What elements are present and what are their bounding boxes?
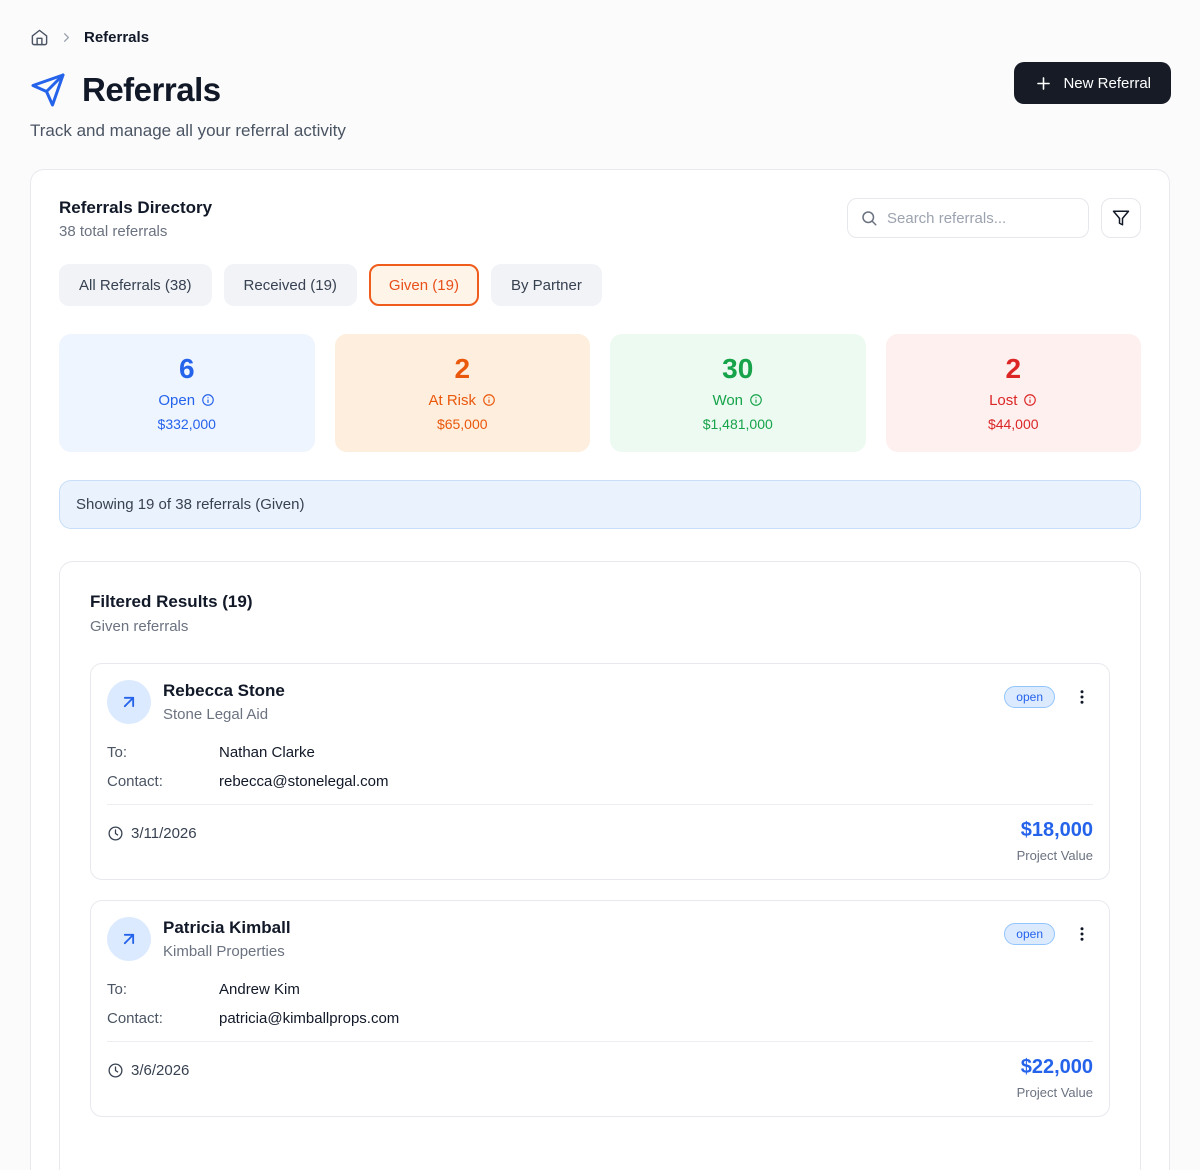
filtered-results-card: Filtered Results (19) Given referrals Re… xyxy=(59,561,1141,1170)
filter-icon xyxy=(1112,209,1130,227)
home-icon[interactable] xyxy=(30,28,49,47)
to-label: To: xyxy=(107,744,219,761)
stat-lost-label: Lost xyxy=(989,392,1017,409)
clock-icon xyxy=(107,1062,124,1079)
stat-won-count: 30 xyxy=(622,352,854,386)
referrals-directory-card: Referrals Directory 38 total referrals xyxy=(30,169,1170,1170)
stat-lost-count: 2 xyxy=(898,352,1130,386)
kebab-icon xyxy=(1073,688,1091,706)
filter-button[interactable] xyxy=(1101,198,1141,238)
tab-received[interactable]: Received (19) xyxy=(224,264,357,306)
referral-company: Kimball Properties xyxy=(163,943,291,960)
status-badge: open xyxy=(1004,686,1055,708)
results-subtitle: Given referrals xyxy=(90,618,1110,635)
info-icon xyxy=(1023,393,1037,407)
status-badge: open xyxy=(1004,923,1055,945)
stat-risk-value: $65,000 xyxy=(347,416,579,432)
new-referral-button[interactable]: New Referral xyxy=(1014,62,1171,104)
kebab-icon xyxy=(1073,925,1091,943)
tab-by-partner[interactable]: By Partner xyxy=(491,264,602,306)
stat-risk-count: 2 xyxy=(347,352,579,386)
showing-banner: Showing 19 of 38 referrals (Given) xyxy=(59,480,1141,529)
arrow-up-right-icon xyxy=(119,929,139,949)
info-icon xyxy=(482,393,496,407)
info-icon xyxy=(201,393,215,407)
page-title: Referrals xyxy=(82,71,221,109)
project-value-label: Project Value xyxy=(1017,1085,1093,1100)
referrals-page: Referrals Referrals Track and manage all… xyxy=(0,0,1200,1170)
search-input[interactable] xyxy=(887,210,1086,227)
directory-heading: Referrals Directory 38 total referrals xyxy=(59,198,212,240)
breadcrumb: Referrals xyxy=(30,28,1170,47)
referral-card[interactable]: Rebecca Stone Stone Legal Aid open xyxy=(90,663,1110,880)
directory-title: Referrals Directory xyxy=(59,198,212,218)
stat-card-open[interactable]: 6 Open $332,000 xyxy=(59,334,315,452)
referral-date: 3/6/2026 xyxy=(131,1062,189,1079)
stat-won-value: $1,481,000 xyxy=(622,416,854,432)
more-options-button[interactable] xyxy=(1071,923,1093,945)
referral-contact: patricia@kimballprops.com xyxy=(219,1010,399,1027)
stat-open-label: Open xyxy=(158,392,195,409)
arrow-up-right-icon xyxy=(119,692,139,712)
directory-subtitle: 38 total referrals xyxy=(59,223,212,240)
stat-card-lost[interactable]: 2 Lost $44,000 xyxy=(886,334,1142,452)
project-value: $18,000 xyxy=(1017,819,1093,842)
breadcrumb-current[interactable]: Referrals xyxy=(84,29,149,46)
search-icon xyxy=(860,209,878,227)
project-value-label: Project Value xyxy=(1017,848,1093,863)
tab-given[interactable]: Given (19) xyxy=(369,264,479,306)
new-referral-label: New Referral xyxy=(1063,75,1151,92)
stat-card-at-risk[interactable]: 2 At Risk $65,000 xyxy=(335,334,591,452)
referral-to: Andrew Kim xyxy=(219,981,300,998)
to-label: To: xyxy=(107,981,219,998)
stat-lost-value: $44,000 xyxy=(898,416,1130,432)
send-icon xyxy=(30,72,66,108)
contact-label: Contact: xyxy=(107,1010,219,1027)
referral-contact: rebecca@stonelegal.com xyxy=(219,773,388,790)
chevron-right-icon xyxy=(59,30,74,45)
page-header: Referrals xyxy=(30,71,1170,109)
avatar xyxy=(107,917,151,961)
page-subtitle: Track and manage all your referral activ… xyxy=(30,121,1170,141)
stat-open-count: 6 xyxy=(71,352,303,386)
referral-card[interactable]: Patricia Kimball Kimball Properties open xyxy=(90,900,1110,1117)
avatar xyxy=(107,680,151,724)
stat-card-won[interactable]: 30 Won $1,481,000 xyxy=(610,334,866,452)
referral-company: Stone Legal Aid xyxy=(163,706,285,723)
referral-to: Nathan Clarke xyxy=(219,744,315,761)
project-value: $22,000 xyxy=(1017,1056,1093,1079)
search-box[interactable] xyxy=(847,198,1089,238)
info-icon xyxy=(749,393,763,407)
stats-row: 6 Open $332,000 2 At Risk $65,000 30 Won… xyxy=(59,334,1141,452)
results-title: Filtered Results (19) xyxy=(90,592,1110,612)
stat-won-label: Won xyxy=(712,392,743,409)
contact-label: Contact: xyxy=(107,773,219,790)
referral-name: Patricia Kimball xyxy=(163,918,291,938)
tab-all-referrals[interactable]: All Referrals (38) xyxy=(59,264,212,306)
referral-date: 3/11/2026 xyxy=(131,825,197,842)
filter-tabs: All Referrals (38) Received (19) Given (… xyxy=(59,264,1141,306)
clock-icon xyxy=(107,825,124,842)
more-options-button[interactable] xyxy=(1071,686,1093,708)
plus-icon xyxy=(1034,74,1053,93)
stat-risk-label: At Risk xyxy=(428,392,476,409)
stat-open-value: $332,000 xyxy=(71,416,303,432)
referral-name: Rebecca Stone xyxy=(163,681,285,701)
